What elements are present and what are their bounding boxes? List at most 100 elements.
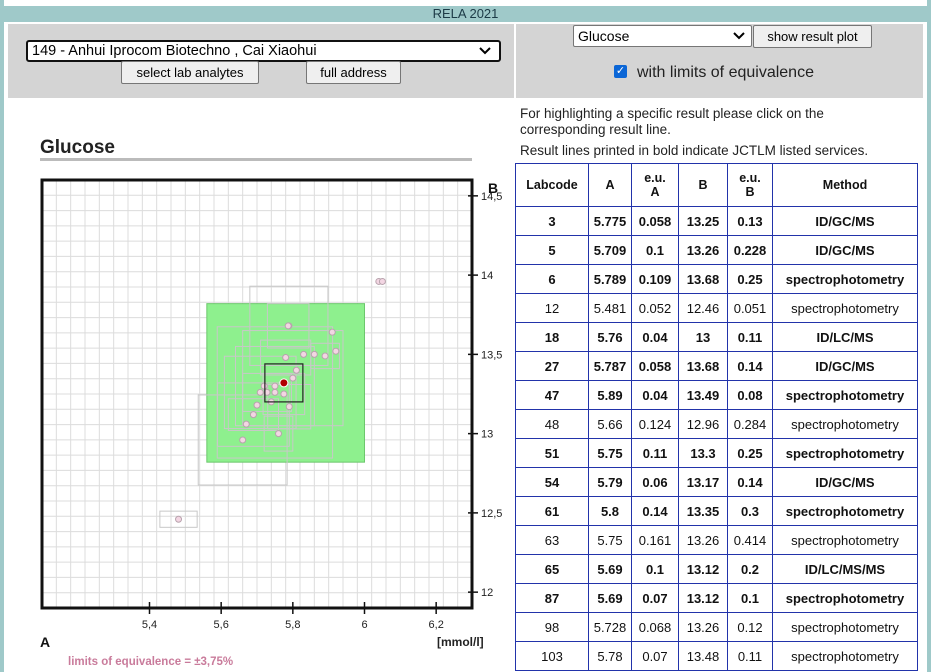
lab-select[interactable]: 149 - Anhui Iprocom Biotechno , Cai Xiao… bbox=[26, 40, 501, 62]
cell-a: 5.75 bbox=[588, 438, 632, 468]
table-row[interactable]: 27 5.787 0.058 13.68 0.14 ID/GC/MS bbox=[515, 351, 918, 381]
show-result-plot-button[interactable]: show result plot bbox=[753, 25, 872, 48]
table-row[interactable]: 63 5.75 0.161 13.26 0.414 spectrophotometry bbox=[515, 525, 918, 555]
data-point bbox=[253, 401, 261, 409]
analyte-select[interactable]: Glucose bbox=[573, 25, 752, 47]
cell-b: 13.26 bbox=[678, 235, 728, 265]
cell-labcode: 65 bbox=[515, 554, 589, 584]
cell-b: 13.48 bbox=[678, 641, 728, 671]
cell-eu-b: 0.051 bbox=[727, 293, 773, 323]
cell-labcode: 18 bbox=[515, 322, 589, 352]
cell-method: spectrophotometry bbox=[772, 438, 918, 468]
data-point bbox=[378, 277, 386, 285]
data-point bbox=[284, 322, 292, 330]
cell-b: 13.17 bbox=[678, 467, 728, 497]
cell-labcode: 6 bbox=[515, 264, 589, 294]
table-row[interactable]: 51 5.75 0.11 13.3 0.25 spectrophotometry bbox=[515, 438, 918, 468]
data-point bbox=[175, 515, 183, 523]
cell-b: 13.3 bbox=[678, 438, 728, 468]
cell-eu-a: 0.11 bbox=[631, 438, 679, 468]
cell-labcode: 12 bbox=[515, 293, 589, 323]
cell-eu-b: 0.25 bbox=[727, 264, 773, 294]
x-axis-unit: [mmol/l] bbox=[437, 635, 484, 649]
chart-title: Glucose bbox=[40, 137, 115, 158]
cell-b: 13.49 bbox=[678, 380, 728, 410]
cell-labcode: 98 bbox=[515, 612, 589, 642]
x-axis-label: A bbox=[40, 634, 50, 650]
analyte-select-value: Glucose bbox=[578, 28, 630, 44]
data-point bbox=[256, 388, 264, 396]
cell-method: spectrophotometry bbox=[772, 380, 918, 410]
cell-eu-b: 0.25 bbox=[727, 438, 773, 468]
lab-select-value: 149 - Anhui Iprocom Biotechno , Cai Xiao… bbox=[32, 43, 317, 59]
cell-a: 5.78 bbox=[588, 641, 632, 671]
cell-a: 5.728 bbox=[588, 612, 632, 642]
title-underline bbox=[40, 158, 472, 161]
table-row[interactable]: 47 5.89 0.04 13.49 0.08 spectrophotometry bbox=[515, 380, 918, 410]
table-row[interactable]: 5 5.709 0.1 13.26 0.228 ID/GC/MS bbox=[515, 235, 918, 265]
cell-eu-a: 0.07 bbox=[631, 641, 679, 671]
data-point bbox=[289, 374, 297, 382]
cell-b: 13.12 bbox=[678, 583, 728, 613]
y-tick-label: 13,5 bbox=[481, 349, 502, 361]
table-row[interactable]: 103 5.78 0.07 13.48 0.11 spectrophotometry bbox=[515, 641, 918, 671]
table-row[interactable]: 12 5.481 0.052 12.46 0.051 spectrophotometry bbox=[515, 293, 918, 323]
results-table: Labcode Ae.u. A Be.u. B Method 3 5.775 0.058 1… bbox=[515, 163, 918, 671]
chevron-down-icon bbox=[733, 32, 745, 40]
cell-b: 12.96 bbox=[678, 409, 728, 439]
select-lab-analytes-button[interactable]: select lab analytes bbox=[121, 61, 259, 84]
check-icon: ✓ bbox=[615, 65, 626, 77]
table-row[interactable]: 54 5.79 0.06 13.17 0.14 ID/GC/MS bbox=[515, 467, 918, 497]
full-address-button[interactable]: full address bbox=[306, 61, 401, 84]
cell-method: ID/GC/MS bbox=[772, 235, 918, 265]
cell-eu-a: 0.14 bbox=[631, 496, 679, 526]
table-row[interactable]: 6 5.789 0.109 13.68 0.25 spectrophotometry bbox=[515, 264, 918, 294]
app-title: RELA 2021 bbox=[4, 6, 927, 22]
cell-labcode: 87 bbox=[515, 583, 589, 613]
data-point bbox=[280, 390, 288, 398]
cell-a: 5.775 bbox=[588, 206, 632, 236]
x-tick-label: 6,2 bbox=[429, 619, 444, 631]
cell-b: 13.26 bbox=[678, 612, 728, 642]
y-tick-label: 14 bbox=[481, 270, 493, 282]
limits-checkbox-label[interactable]: with limits of equivalence bbox=[637, 64, 814, 82]
cell-eu-a: 0.04 bbox=[631, 380, 679, 410]
table-row[interactable]: 18 5.76 0.04 13 0.11 ID/LC/MS bbox=[515, 322, 918, 352]
cell-labcode: 3 bbox=[515, 206, 589, 236]
data-point bbox=[292, 366, 300, 374]
table-row[interactable]: 3 5.775 0.058 13.25 0.13 ID/GC/MS bbox=[515, 206, 918, 236]
data-point bbox=[332, 347, 340, 355]
cell-eu-b: 0.3 bbox=[727, 496, 773, 526]
table-row[interactable]: 61 5.8 0.14 13.35 0.3 spectrophotometry bbox=[515, 496, 918, 526]
cell-eu-a: 0.04 bbox=[631, 322, 679, 352]
cell-method: spectrophotometry bbox=[772, 525, 918, 555]
cell-eu-b: 0.14 bbox=[727, 467, 773, 497]
cell-a: 5.66 bbox=[588, 409, 632, 439]
cell-method: spectrophotometry bbox=[772, 612, 918, 642]
cell-a: 5.787 bbox=[588, 351, 632, 381]
data-point bbox=[271, 382, 279, 390]
x-tick-label: 5,4 bbox=[142, 619, 157, 631]
info-line-3: Result lines printed in bold indicate JC… bbox=[520, 143, 869, 158]
cell-eu-b: 0.1 bbox=[727, 583, 773, 613]
info-line-1: For highlighting a specific result pleas… bbox=[520, 106, 824, 121]
table-row[interactable]: 65 5.69 0.1 13.12 0.2 ID/LC/MS/MS bbox=[515, 554, 918, 584]
y-tick-label: 12 bbox=[481, 587, 493, 599]
cell-eu-b: 0.13 bbox=[727, 206, 773, 236]
cell-eu-a: 0.052 bbox=[631, 293, 679, 323]
col-header-b: B bbox=[678, 163, 728, 207]
cell-b: 13 bbox=[678, 322, 728, 352]
cell-a: 5.8 bbox=[588, 496, 632, 526]
cell-eu-a: 0.109 bbox=[631, 264, 679, 294]
data-point bbox=[242, 420, 250, 428]
cell-a: 5.79 bbox=[588, 467, 632, 497]
cell-eu-b: 0.08 bbox=[727, 380, 773, 410]
cell-eu-a: 0.058 bbox=[631, 206, 679, 236]
cell-labcode: 54 bbox=[515, 467, 589, 497]
cell-method: ID/GC/MS bbox=[772, 467, 918, 497]
table-row[interactable]: 48 5.66 0.124 12.96 0.284 spectrophotometry bbox=[515, 409, 918, 439]
limits-checkbox[interactable]: ✓ bbox=[614, 65, 627, 78]
table-row[interactable]: 98 5.728 0.068 13.26 0.12 spectrophotometry bbox=[515, 612, 918, 642]
cell-a: 5.481 bbox=[588, 293, 632, 323]
table-row[interactable]: 87 5.69 0.07 13.12 0.1 spectrophotometry bbox=[515, 583, 918, 613]
